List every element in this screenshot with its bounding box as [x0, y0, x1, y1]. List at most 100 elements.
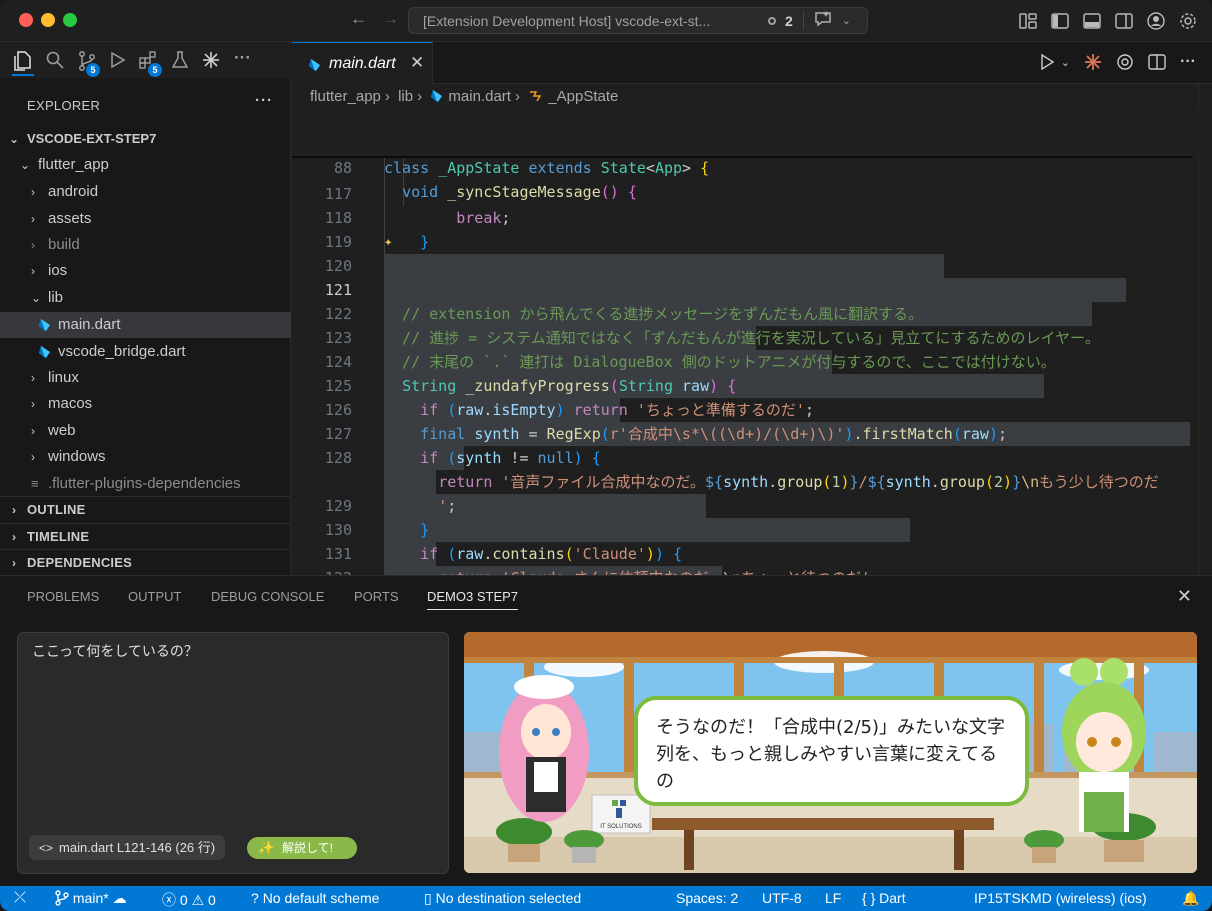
problems-status[interactable]: ⓧ 0 ⚠ 0 [162, 890, 216, 910]
code-row[interactable]: 125 if (raw.isEmpty) return 'ちょっと準備するのだ'… [292, 350, 1212, 419]
chevron-down-icon[interactable]: ⌄ [842, 14, 851, 27]
code-row[interactable]: 126 final synth = RegExp(r'合成中\s*\((\d+)… [292, 374, 1212, 443]
tab-problems[interactable]: PROBLEMS [27, 589, 99, 604]
search-icon[interactable] [46, 51, 64, 74]
toggle-sidebar-icon[interactable] [1050, 11, 1070, 31]
back-arrow-icon[interactable]: ← [350, 9, 367, 29]
layout-controls [1018, 11, 1198, 31]
toggle-secondary-sidebar-icon[interactable] [1114, 11, 1134, 31]
more-actions-icon[interactable]: ··· [1180, 53, 1196, 71]
code-row[interactable]: 121 // extension から飛んでくる進捗メッセージをずんだもん風に翻… [292, 254, 1212, 323]
customize-layout-icon[interactable] [1018, 11, 1038, 31]
tree-item-android[interactable]: › android [0, 179, 291, 205]
section-dependencies[interactable]: › DEPENDENCIES [0, 549, 291, 575]
chevron-right-icon: › [31, 212, 35, 226]
tab-output[interactable]: OUTPUT [128, 589, 181, 604]
tree-item-lib[interactable]: ⌄ lib [0, 285, 291, 311]
editor-scrollbar[interactable] [1198, 84, 1212, 575]
tab-ports[interactable]: PORTS [354, 589, 399, 604]
tab-debug-console[interactable]: DEBUG CONSOLE [211, 589, 324, 604]
selection-context-chip[interactable]: <> main.dart L121-146 (26 行) [29, 835, 226, 860]
code-row[interactable]: 124 String _zundafyProgress(String raw) … [292, 326, 1212, 395]
code-row[interactable]: 127 if (synth != null) { [292, 398, 1212, 467]
claude-sparkle-icon[interactable] [202, 51, 220, 74]
code-row[interactable]: 122 // 進捗 = システム通知ではなく「ずんだもんが進行を実況している」見… [292, 278, 1212, 347]
question-input[interactable]: ここって何をしているの？ <> main.dart L121-146 (26 行)… [17, 632, 449, 874]
notifications-bell-icon[interactable]: 🔔 [1182, 890, 1199, 907]
tree-item-ios[interactable]: › ios [0, 258, 291, 284]
tree-item-web[interactable]: › web [0, 418, 291, 444]
close-window-button[interactable] [19, 13, 33, 27]
window-title: [Extension Development Host] vscode-ext-… [423, 12, 711, 29]
code-row[interactable]: 119 } [292, 206, 1212, 275]
code-row[interactable]: 131 return 'Claude さんに依頼中なのだ。\nちょっと待つのだ'… [292, 518, 1212, 575]
explain-button[interactable]: ✨ 解説して! [247, 837, 357, 859]
run-debug-icon[interactable] [108, 51, 126, 74]
maximize-window-button[interactable] [63, 13, 77, 27]
destination-status[interactable]: ▯ No destination selected [424, 890, 581, 907]
code-row[interactable]: 123 // 末尾の `.` 連打は DialogueBox 側のドットアニメが… [292, 302, 1212, 371]
code-editor[interactable]: 35 class _AppState extends State<App> { … [292, 108, 1212, 575]
code-row[interactable]: '; [292, 446, 1212, 515]
dart-file-icon [39, 319, 50, 331]
copilot-sparkle-icon[interactable]: ✦ [384, 230, 392, 254]
breadcrumb-item[interactable]: flutter_app [310, 88, 381, 105]
explorer-files-icon[interactable] [14, 51, 32, 76]
vscode-window: ← → [Extension Development Host] vscode-… [0, 0, 1212, 911]
device-status[interactable]: IP15TSKMD (wireless) (ios) [974, 890, 1147, 906]
tree-item-build[interactable]: › build [0, 232, 291, 258]
breadcrumb: flutter_app › lib › main.dart › _AppState [310, 88, 622, 105]
tree-item-main-dart[interactable]: main.dart [0, 312, 291, 338]
toggle-panel-icon[interactable] [1082, 11, 1102, 31]
more-views-icon[interactable]: ··· [234, 48, 251, 68]
tree-item-flutter-app[interactable]: ⌄ flutter_app [0, 152, 291, 178]
branch-status[interactable]: main* ☁ [55, 890, 127, 907]
scheme-status[interactable]: ? No default scheme [251, 890, 379, 906]
sticky-line[interactable]: 35 class _AppState extends State<App> { [292, 108, 1212, 177]
breadcrumb-item[interactable]: main.dart [448, 88, 511, 105]
workspace-root[interactable]: ⌄ VSCODE-EXT-STEP7 [0, 126, 291, 152]
run-debug-icon[interactable] [1039, 53, 1057, 71]
code-row[interactable]: 120 ✦ [292, 230, 1212, 275]
openai-icon[interactable] [1116, 53, 1134, 71]
forward-arrow-icon[interactable]: → [382, 9, 399, 29]
indentation-status[interactable]: Spaces: 2 [676, 890, 738, 906]
account-icon[interactable] [1146, 11, 1166, 31]
tab-demo3-step7[interactable]: DEMO3 STEP7 [427, 589, 519, 610]
language-status[interactable]: { } Dart [862, 890, 906, 906]
settings-gear-icon[interactable] [1178, 11, 1198, 31]
claude-sparkle-icon[interactable] [1084, 53, 1102, 71]
chevron-down-icon[interactable]: ⌄ [1061, 56, 1070, 69]
branch-label: main* [72, 890, 109, 906]
code-row[interactable]: 129 } [292, 470, 1212, 539]
split-editor-icon[interactable] [1148, 53, 1166, 71]
question-circle-icon: ? [251, 890, 259, 906]
tree-item-assets[interactable]: › assets [0, 206, 291, 232]
command-center[interactable]: [Extension Development Host] vscode-ext-… [408, 7, 868, 34]
chat-icon[interactable] [814, 11, 832, 30]
remote-icon[interactable]: ⤫ [14, 889, 26, 906]
encoding-status[interactable]: UTF-8 [762, 890, 802, 906]
tree-item-windows[interactable]: › windows [0, 444, 291, 470]
code-row[interactable]: 133 if (raw.contains('VOICEVOX')) { [292, 566, 1212, 575]
close-tab-icon[interactable]: ✕ [410, 53, 424, 73]
section-outline[interactable]: › OUTLINE [0, 496, 291, 522]
sticky-line[interactable]: 88 void _syncStageMessage() { [292, 132, 1212, 201]
tab-main-dart[interactable]: main.dart ✕ [292, 42, 433, 84]
tree-item-linux[interactable]: › linux [0, 365, 291, 391]
code-row[interactable]: 128 return '音声ファイル合成中なのだ。${synth.group(1… [292, 422, 1212, 491]
breadcrumb-item[interactable]: _AppState [548, 88, 618, 105]
testing-flask-icon[interactable] [171, 51, 189, 74]
tree-item-vscode-bridge-dart[interactable]: vscode_bridge.dart [0, 339, 291, 365]
close-panel-icon[interactable]: ✕ [1177, 586, 1192, 607]
tree-item-flutter-plugins-dependencies[interactable]: ≡ .flutter-plugins-dependencies [0, 471, 291, 497]
minimize-window-button[interactable] [41, 13, 55, 27]
explorer-more-icon[interactable]: ··· [255, 92, 273, 109]
section-timeline[interactable]: › TIMELINE [0, 523, 291, 549]
breadcrumb-item[interactable]: lib [398, 88, 413, 105]
code-row[interactable]: 130 if (raw.contains('Claude')) { [292, 494, 1212, 563]
tree-item-macos[interactable]: › macos [0, 391, 291, 417]
warning-icon: ⚠ [191, 892, 205, 908]
code-row[interactable]: 132 } [292, 542, 1212, 575]
eol-status[interactable]: LF [825, 890, 841, 906]
